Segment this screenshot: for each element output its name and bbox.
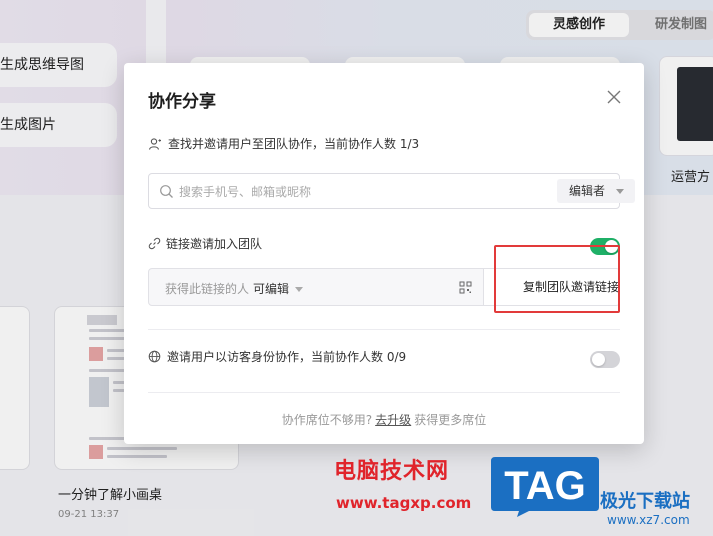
user-search-box: 编辑者 [148,173,635,209]
link-invite-toggle[interactable] [590,238,620,255]
link-permission-prefix: 获得此链接的人 [165,282,250,296]
close-button[interactable] [604,87,624,107]
copy-invite-link-button[interactable]: 复制团队邀请链接 [484,269,620,305]
footer-prefix: 协作席位不够用? [281,413,373,427]
divider [148,392,620,393]
link-icon [148,237,161,250]
dialog-title: 协作分享 [148,92,216,112]
guest-invite-row: 邀请用户以访客身份协作，当前协作人数 0/9 [148,348,406,365]
watermark-site2-name: 极光下载站 [600,491,690,512]
chevron-down-icon [616,189,624,194]
globe-icon [148,350,161,363]
upgrade-link[interactable]: 去升级 [375,413,411,427]
qrcode-icon[interactable] [459,281,472,294]
link-invite-row: 链接邀请加入团队 [148,235,262,252]
role-select-value: 编辑者 [569,184,606,198]
user-icon [148,137,161,150]
link-invite-label: 链接邀请加入团队 [166,237,263,251]
watermark-logo: TAG [491,457,599,517]
invite-info-text: 查找并邀请用户至团队协作，当前协作人数 1/3 [168,137,420,151]
seat-upgrade-note: 协作席位不够用? 去升级 获得更多席位 [124,411,644,428]
watermark-site-name: 电脑技术网 [334,459,450,484]
close-icon [607,90,621,104]
footer-suffix: 获得更多席位 [414,413,487,427]
chevron-down-icon [295,287,304,292]
collaboration-share-dialog: 协作分享 查找并邀请用户至团队协作，当前协作人数 1/3 编辑者 链接邀请加入团… [124,63,644,444]
watermark-site-url: www.tagxp.com [336,494,472,512]
watermark-site2-url: www.xz7.com [607,513,690,527]
toggle-knob [605,240,618,253]
role-select[interactable]: 编辑者 [557,179,635,203]
link-permission-value: 可编辑 [253,282,290,296]
invite-info-row: 查找并邀请用户至团队协作，当前协作人数 1/3 [148,135,419,152]
divider [148,329,620,330]
toggle-knob [592,353,605,366]
search-icon [160,185,173,198]
invite-link-box: 获得此链接的人 可编辑 复制团队邀请链接 [148,268,620,306]
guest-invite-toggle[interactable] [590,351,620,368]
link-permission-select[interactable]: 获得此链接的人 可编辑 [165,280,304,297]
watermark-logo-text: TAG [504,464,585,508]
search-input[interactable] [179,182,519,202]
guest-invite-text: 邀请用户以访客身份协作，当前协作人数 0/9 [167,350,407,364]
